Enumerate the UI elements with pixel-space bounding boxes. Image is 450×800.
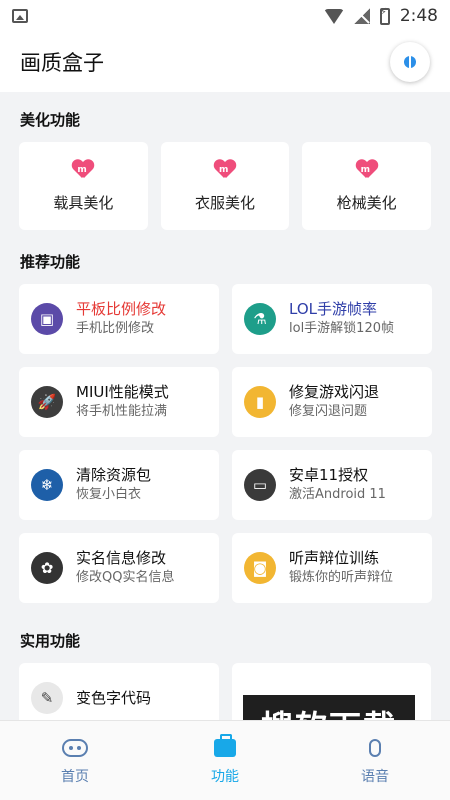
feature-name: 平板比例修改 — [76, 300, 167, 318]
heart-m-icon: m — [356, 160, 378, 182]
feature-card[interactable]: ▭ 安卓11授权激活Android 11 — [232, 450, 432, 520]
test-tube-icon: ⚗ — [244, 303, 276, 335]
tab-label: 首页 — [61, 768, 89, 785]
tab-home[interactable]: 首页 — [0, 721, 150, 800]
beauty-card-label: 衣服美化 — [195, 193, 256, 212]
section-title: 美化功能 — [20, 110, 81, 129]
beauty-card-label: 载具美化 — [53, 193, 114, 212]
section-title: 推荐功能 — [20, 252, 81, 271]
laptop-icon: ▭ — [244, 469, 276, 501]
heart-m-icon: m — [72, 160, 94, 182]
feature-card[interactable]: 🚀 MIUI性能模式 将手机性能拉满 — [19, 367, 219, 437]
beauty-card-clothes[interactable]: m 衣服美化 — [160, 142, 290, 230]
feature-card[interactable]: ❄ 清除资源包恢复小白衣 — [19, 450, 219, 520]
beauty-row: m 载具美化 m 衣服美化 m 枪械美化 — [0, 142, 450, 230]
tab-label: 功能 — [211, 768, 239, 785]
gameboy-icon: ▣ — [31, 303, 63, 335]
tab-label: 语音 — [361, 768, 389, 785]
floating-action-button[interactable] — [390, 42, 430, 82]
feature-description: 修改QQ实名信息 — [76, 570, 175, 585]
feature-description: 修复闪退问题 — [289, 404, 368, 419]
feature-name: 清除资源包 — [76, 466, 152, 484]
feature-card[interactable]: ⚗ LOL手游帧率 lol手游解锁120帧 — [232, 284, 432, 354]
no-signal-icon — [353, 8, 370, 24]
feature-description: 锻炼你的听声辩位 — [289, 570, 394, 585]
paint-icon: ✎ — [31, 682, 63, 714]
toggle-icon — [404, 52, 416, 72]
recommended-section: 推荐功能 ▣ 平板比例修改 手机比例修改 ⚗ LOL手游帧率 lol手游解锁120帧 🚀 MI… — [0, 238, 450, 603]
feature-name: 安卓11授权 — [289, 466, 369, 484]
plant-icon: ✿ — [31, 552, 63, 584]
robot-icon — [62, 738, 88, 757]
beauty-section: 美化功能 m 载具美化 m 衣服美化 m 枪械美化 — [0, 96, 450, 230]
beauty-card-weapon[interactable]: m 枪械美化 — [302, 142, 432, 230]
main-content[interactable]: 美化功能 m 载具美化 m 衣服美化 m 枪械美化 推荐功能 ▣ 平板比例修改 手机… — [0, 92, 450, 720]
status-indicators: 2:48 — [323, 6, 438, 26]
recommended-grid: ▣ 平板比例修改 手机比例修改 ⚗ LOL手游帧率 lol手游解锁120帧 🚀 MIUI性能模… — [0, 284, 450, 603]
beauty-card-vehicle[interactable]: m 载具美化 — [19, 142, 148, 230]
utility-card-name: 变色字代码 — [76, 689, 152, 707]
battery-charging-icon — [379, 7, 390, 25]
feature-name: 听声辩位训练 — [289, 549, 380, 567]
radio-icon: ◙ — [244, 552, 276, 584]
tab-voice[interactable]: 语音 — [300, 721, 450, 800]
beauty-card-label: 枪械美化 — [336, 193, 397, 212]
wifi-icon — [323, 8, 344, 24]
feature-description: 激活Android 11 — [289, 487, 386, 502]
feature-description: 恢复小白衣 — [76, 487, 142, 502]
section-title: 实用功能 — [20, 631, 81, 650]
feature-card[interactable]: ◙ 听声辩位训练 锻炼你的听声辩位 — [232, 533, 432, 603]
snowflake-icon: ❄ — [31, 469, 63, 501]
heart-m-icon: m — [214, 160, 236, 182]
clock: 2:48 — [399, 6, 438, 26]
bottom-navigation: 首页 功能 语音 — [0, 720, 450, 800]
app-bar: 画质盒子 — [0, 32, 450, 92]
feature-description: 手机比例修改 — [76, 321, 155, 336]
feature-card[interactable]: ▮ 修复游戏闪退 修复闪退问题 — [232, 367, 432, 437]
phone-icon: ▮ — [244, 386, 276, 418]
image-notification-icon — [12, 9, 28, 23]
tab-features[interactable]: 功能 — [150, 721, 300, 800]
feature-description: lol手游解锁120帧 — [289, 321, 394, 336]
page-title: 画质盒子 — [20, 51, 104, 75]
feature-description: 将手机性能拉满 — [76, 404, 168, 419]
feature-card[interactable]: ▣ 平板比例修改 手机比例修改 — [19, 284, 219, 354]
feature-name: MIUI性能模式 — [76, 383, 169, 401]
briefcase-icon — [214, 733, 236, 757]
microphone-icon — [369, 738, 381, 757]
feature-card[interactable]: ✿ 实名信息修改 修改QQ实名信息 — [19, 533, 219, 603]
feature-name: 修复游戏闪退 — [289, 383, 380, 401]
rocket-icon: 🚀 — [31, 386, 63, 418]
status-bar: 2:48 — [0, 0, 450, 32]
utility-card[interactable]: ✎ 变色字代码 — [19, 663, 219, 720]
feature-name: LOL手游帧率 — [289, 300, 377, 318]
feature-name: 实名信息修改 — [76, 549, 167, 567]
